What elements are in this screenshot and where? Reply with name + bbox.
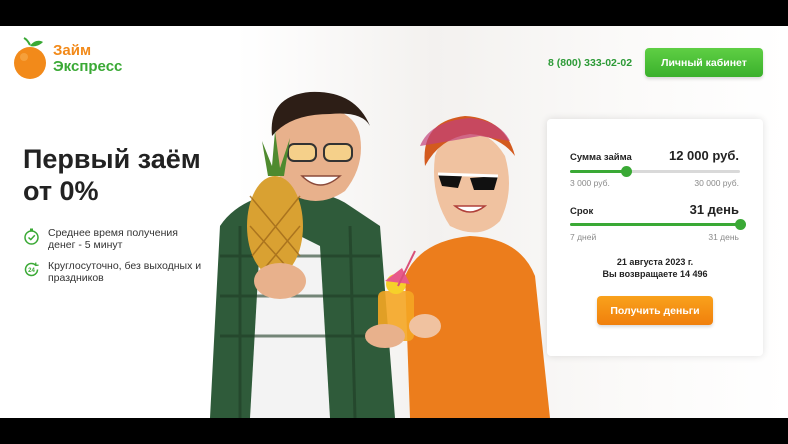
logo[interactable]: Займ Экспресс: [12, 37, 122, 81]
amount-max: 30 000 руб.: [694, 178, 739, 188]
return-date: 21 августа 2023 г.: [616, 257, 694, 267]
term-slider[interactable]: [570, 219, 746, 230]
hero-headline: Первый заём от 0%: [23, 143, 201, 207]
amount-min: 3 000 руб.: [570, 178, 610, 188]
term-label: Срок: [570, 206, 594, 217]
landing-page: Займ Экспресс 8 (800) 333-02-02 Личный к…: [0, 26, 788, 418]
return-amount: Вы возвращаете 14 496: [602, 269, 708, 279]
stopwatch-icon: [23, 228, 40, 245]
personal-cabinet-button[interactable]: Личный кабинет: [645, 48, 763, 77]
term-min: 7 дней: [570, 232, 597, 242]
logo-text: Займ Экспресс: [53, 43, 122, 75]
amount-slider[interactable]: [570, 166, 740, 177]
orange-logo-icon: [12, 37, 48, 81]
headline-line1: Первый заём: [23, 144, 201, 174]
term-slider-handle[interactable]: [735, 219, 746, 230]
hero-photo-couple: [180, 26, 580, 418]
term-value: 31 день: [689, 202, 739, 217]
loan-calculator: Сумма займа 12 000 руб. 3 000 руб. 30 00…: [547, 119, 763, 356]
logo-line1: Займ: [53, 42, 92, 59]
amount-slider-handle[interactable]: [621, 166, 633, 177]
amount-label: Сумма займа: [570, 152, 632, 163]
term-max: 31 день: [708, 232, 739, 242]
headline-line2: от 0%: [23, 176, 99, 206]
24-hours-icon: 24: [23, 261, 40, 278]
get-money-button[interactable]: Получить деньги: [597, 296, 713, 325]
amount-value: 12 000 руб.: [668, 148, 739, 163]
logo-line2: Экспресс: [53, 58, 123, 75]
term-slider-fill: [570, 223, 740, 226]
amount-slider-fill: [570, 170, 627, 173]
svg-text:24: 24: [28, 268, 35, 274]
